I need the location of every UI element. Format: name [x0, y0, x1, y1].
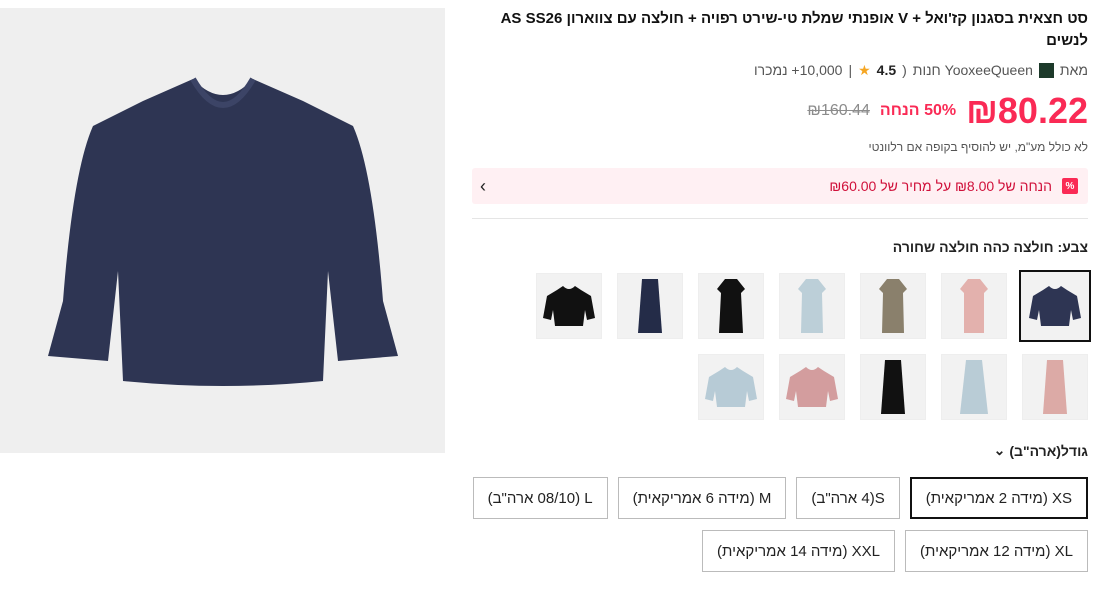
store-logo-icon [1038, 62, 1054, 78]
color-label: צבע: חולצה כהה חולצה שחורה [892, 239, 1088, 255]
size-m-button[interactable]: M (מידה 6 אמריקאית) [617, 477, 787, 519]
size-l-button[interactable]: L (08/10 ארה"ב) [472, 477, 608, 519]
navy-shirt-image [47, 76, 398, 386]
product-info: סט חצאית בסגנון קז'ואל + V אופנתי שמלת ט… [472, 8, 1091, 572]
store-prefix: מאת [1059, 62, 1088, 78]
swatch-lightblue-shirt[interactable] [698, 354, 764, 420]
percent-icon: % [1062, 178, 1078, 194]
size-s-button[interactable]: S(4 ארה"ב) [796, 477, 900, 519]
divider [472, 218, 1088, 219]
discount-badge: 50% הנחה [879, 102, 957, 119]
product-main-image[interactable] [0, 8, 445, 453]
current-price: ₪80.22 [966, 90, 1088, 131]
original-price: ₪160.44 [807, 102, 870, 119]
rating-paren: ( [902, 62, 907, 78]
swatch-black-shirt[interactable] [536, 273, 602, 339]
size-xxl-button[interactable]: XXL (מידה 14 אמריקאית) [702, 530, 896, 572]
swatch-pink-dress[interactable] [941, 273, 1007, 339]
promo-text: הנחה של ₪8.00 על מחיר של ₪60.00 [829, 178, 1052, 194]
swatch-lightblue-skirt[interactable] [941, 354, 1007, 420]
sold-count: 10,000+ נמכרו [754, 62, 843, 78]
swatch-pink-shirt[interactable] [779, 354, 845, 420]
star-icon: ★ [858, 61, 871, 78]
size-options: XS (מידה 2 אמריקאית) S(4 ארה"ב) M (מידה … [472, 477, 1088, 572]
color-swatches [530, 270, 1091, 420]
tax-note: לא כולל מע"מ, יש להוסיף בקופה אם רלוונטי [868, 140, 1089, 154]
product-title: סט חצאית בסגנון קז'ואל + V אופנתי שמלת ט… [500, 10, 1088, 49]
swatch-black-dress[interactable] [698, 273, 764, 339]
size-xl-button[interactable]: XL (מידה 12 אמריקאית) [905, 530, 1088, 572]
swatch-taupe-dress[interactable] [860, 273, 926, 339]
promo-banner[interactable]: % הנחה של ₪8.00 על מחיר של ₪60.00 › [472, 168, 1088, 204]
swatch-pink-skirt[interactable] [1022, 354, 1088, 420]
size-xs-button[interactable]: XS (מידה 2 אמריקאית) [909, 477, 1088, 519]
chevron-down-icon: ⌄ [993, 442, 1006, 458]
swatch-navy-skirt[interactable] [617, 273, 683, 339]
swatch-black-skirt[interactable] [860, 354, 926, 420]
separator: | [848, 62, 853, 78]
size-label[interactable]: גודל(ארה"ב) ⌄ [472, 442, 1088, 459]
swatch-navy-shirt[interactable] [1019, 270, 1091, 342]
chevron-left-icon: › [480, 175, 486, 196]
price-row: ₪80.22 50% הנחה ₪160.44 [472, 88, 1088, 134]
store-name-link[interactable]: YooxeeQueen חנות [913, 62, 1033, 78]
swatch-lightblue-dress[interactable] [779, 273, 845, 339]
size-label-text: גודל(ארה"ב) [1009, 442, 1088, 459]
rating-value: 4.5 [876, 62, 897, 78]
store-row: מאת YooxeeQueen חנות ( 4.5 ★ | 10,000+ נ… [472, 60, 1088, 80]
